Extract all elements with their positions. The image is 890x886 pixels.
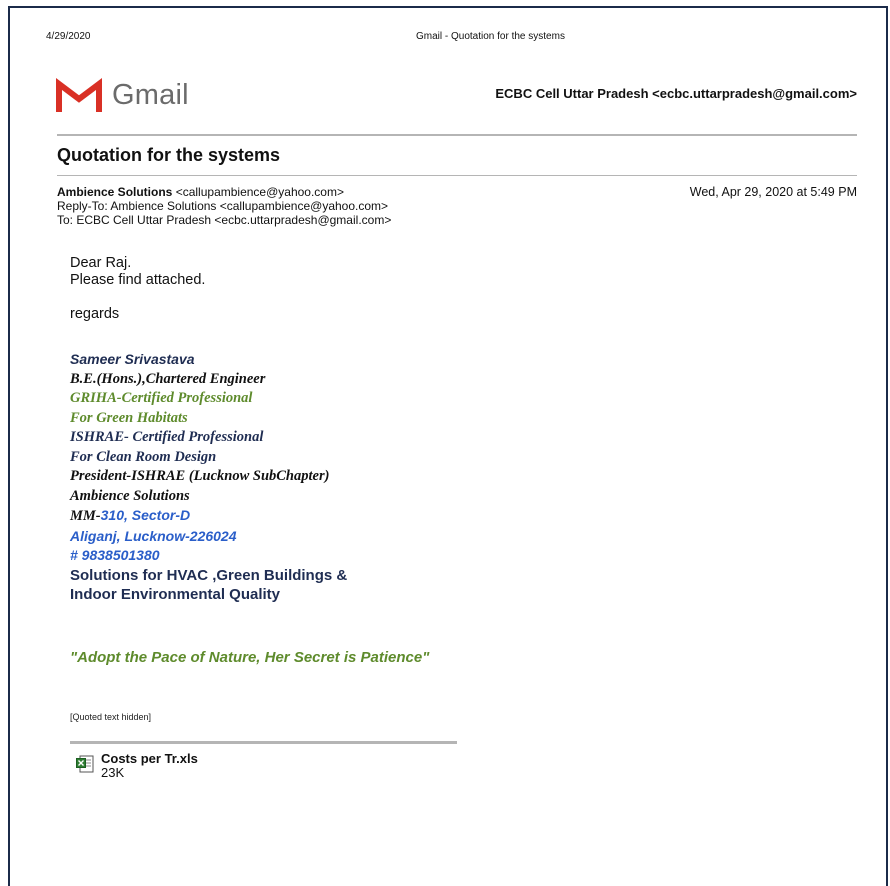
gmail-logo: Gmail — [56, 78, 189, 112]
tagline: Solutions for HVAC ,Green Buildings & — [70, 566, 348, 584]
attachment-name[interactable]: Costs per Tr.xls — [101, 752, 198, 766]
sender-email[interactable]: <callupambience@yahoo.com> — [176, 185, 344, 199]
signature-name: Sameer Srivastava — [70, 351, 195, 367]
print-date: 4/29/2020 — [46, 31, 91, 42]
gmail-logo-text: Gmail — [112, 78, 189, 111]
email-subject: Quotation for the systems — [57, 145, 281, 165]
attachment-size: 23K — [101, 765, 125, 780]
address-link[interactable]: 310, Sector-D — [101, 507, 190, 523]
greeting: Dear Raj. — [70, 255, 132, 271]
signature: Sameer Srivastava B.E.(Hons.),Chartered … — [70, 350, 347, 605]
signature-ishrae-sub: For Clean Room Design — [70, 448, 217, 465]
divider — [57, 134, 857, 136]
tagline-sub: Indoor Environmental Quality — [70, 586, 281, 603]
signature-company: Ambience Solutions — [70, 487, 190, 504]
address-city-link[interactable]: Aliganj, Lucknow-226024 — [70, 527, 347, 547]
account-email: ECBC Cell Uttar Pradesh <ecbc.uttarprade… — [495, 86, 857, 101]
print-title: Gmail - Quotation for the systems — [416, 31, 565, 42]
regards: regards — [70, 306, 120, 322]
phone-link[interactable]: # 9838501380 — [70, 546, 347, 566]
attachment-divider — [70, 741, 457, 744]
signature-address: MM-310, Sector-D — [70, 506, 347, 527]
signature-degree: B.E.(Hons.),Chartered Engineer — [70, 370, 266, 387]
signature-president: President-ISHRAE (Lucknow SubChapter) — [70, 468, 330, 484]
signature-ishrae: ISHRAE- Certified Professional — [70, 429, 264, 445]
reply-to: Reply-To: Ambience Solutions <callupambi… — [57, 199, 389, 213]
divider — [57, 175, 857, 176]
gmail-m-icon — [56, 78, 102, 112]
message-body: Dear Raj. Please find attached. regards — [70, 255, 205, 323]
address-prefix: MM- — [70, 508, 101, 524]
sent-date: Wed, Apr 29, 2020 at 5:49 PM — [689, 185, 857, 199]
signature-griha-sub: For Green Habitats — [70, 409, 188, 426]
recipient: To: ECBC Cell Uttar Pradesh <ecbc.uttarp… — [57, 213, 392, 227]
message-header: Ambience Solutions <callupambience@yahoo… — [57, 185, 391, 227]
quoted-text-hidden[interactable]: [Quoted text hidden] — [70, 712, 151, 722]
sender-name: Ambience Solutions — [57, 185, 173, 199]
attachment[interactable]: Costs per Tr.xls 23K — [76, 752, 198, 780]
body-line: Please find attached. — [70, 272, 206, 288]
signature-griha: GRIHA-Certified Professional — [70, 390, 253, 406]
signature-quote: "Adopt the Pace of Nature, Her Secret is… — [70, 649, 430, 666]
excel-file-icon — [76, 755, 94, 773]
